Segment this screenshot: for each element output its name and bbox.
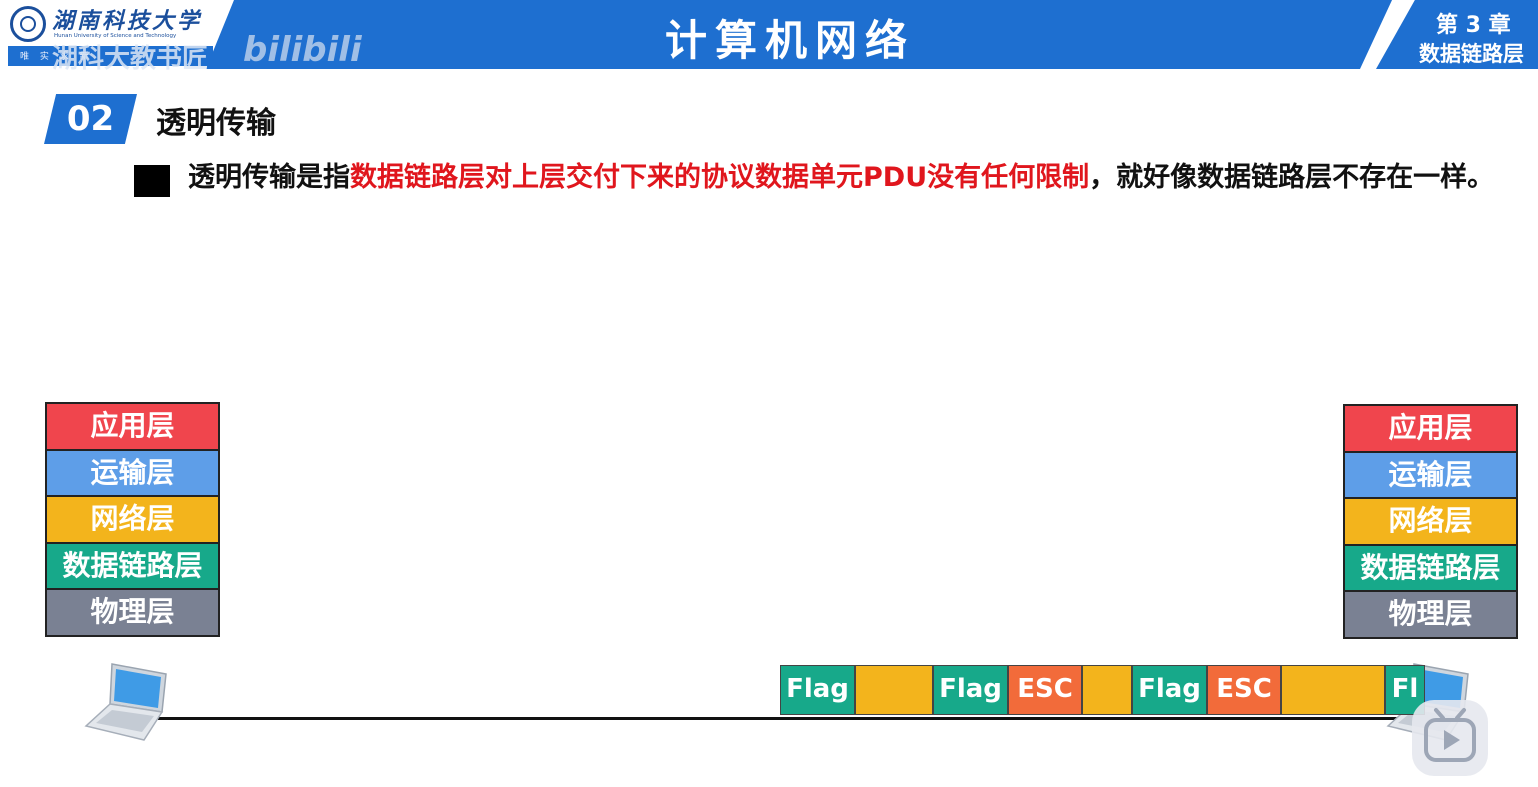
frame-segment-2: Flag: [933, 665, 1008, 715]
bullet-text-after: ，就好像数据链路层不存在一样。: [1089, 162, 1495, 193]
left-laptop-icon: [82, 660, 172, 746]
bullet-text: 透明传输是指数据链路层对上层交付下来的协议数据单元PDU没有任何限制，就好像数据…: [188, 160, 1508, 196]
frame-segment-0: Flag: [780, 665, 855, 715]
chapter-name: 数据链路层: [1419, 42, 1524, 66]
right-stack-layer-4: 物理层: [1343, 590, 1518, 639]
left-stack-layer-1: 运输层: [45, 448, 220, 498]
frame-segment-3: ESC: [1008, 665, 1082, 715]
left-stack-layer-0: 应用层: [45, 402, 220, 451]
left-stack-layer-3: 数据链路层: [45, 541, 220, 591]
frame-segment-1: [855, 665, 933, 715]
transmitted-frame: Flag Flag ESC Flag ESC Fl: [780, 665, 1425, 715]
right-stack-layer-0: 应用层: [1343, 404, 1518, 453]
frame-segment-6: ESC: [1207, 665, 1281, 715]
left-stack-layer-4: 物理层: [45, 588, 220, 637]
chapter-number: 第 3 章: [1436, 13, 1511, 38]
right-stack-layer-3: 数据链路层: [1343, 543, 1518, 593]
frame-segment-5: Flag: [1132, 665, 1207, 715]
bullet-square-icon: [134, 165, 170, 197]
frame-segment-7: [1281, 665, 1385, 715]
left-stack-layer-2: 网络层: [45, 495, 220, 544]
bilibili-watermark: bilibili: [243, 30, 362, 70]
right-stack-layer-1: 运输层: [1343, 450, 1518, 500]
watermark-author: 湖科大教书匠: [52, 44, 209, 74]
right-stack-layer-2: 网络层: [1343, 497, 1518, 546]
left-protocol-stack: 应用层 运输层 网络层 数据链路层 物理层: [45, 402, 220, 637]
right-protocol-stack: 应用层 运输层 网络层 数据链路层 物理层: [1343, 404, 1518, 639]
course-title: 计算机网络: [664, 16, 915, 65]
transmission-link-line: [158, 717, 1398, 720]
university-seal-icon: [10, 6, 46, 42]
frame-segment-4: [1082, 665, 1132, 715]
section-title: 透明传输: [156, 106, 276, 141]
header-bar: 湖南科技大学 Hunan University of Science and T…: [0, 0, 1538, 74]
bullet-text-before: 透明传输是指: [188, 162, 350, 193]
slide: 湖南科技大学 Hunan University of Science and T…: [0, 0, 1538, 787]
bullet-text-highlight: 数据链路层对上层交付下来的协议数据单元PDU没有任何限制: [350, 162, 1090, 193]
play-icon[interactable]: [1412, 700, 1488, 776]
section-number-badge: 02: [44, 94, 137, 144]
university-name-cn: 湖南科技大学: [52, 8, 203, 34]
